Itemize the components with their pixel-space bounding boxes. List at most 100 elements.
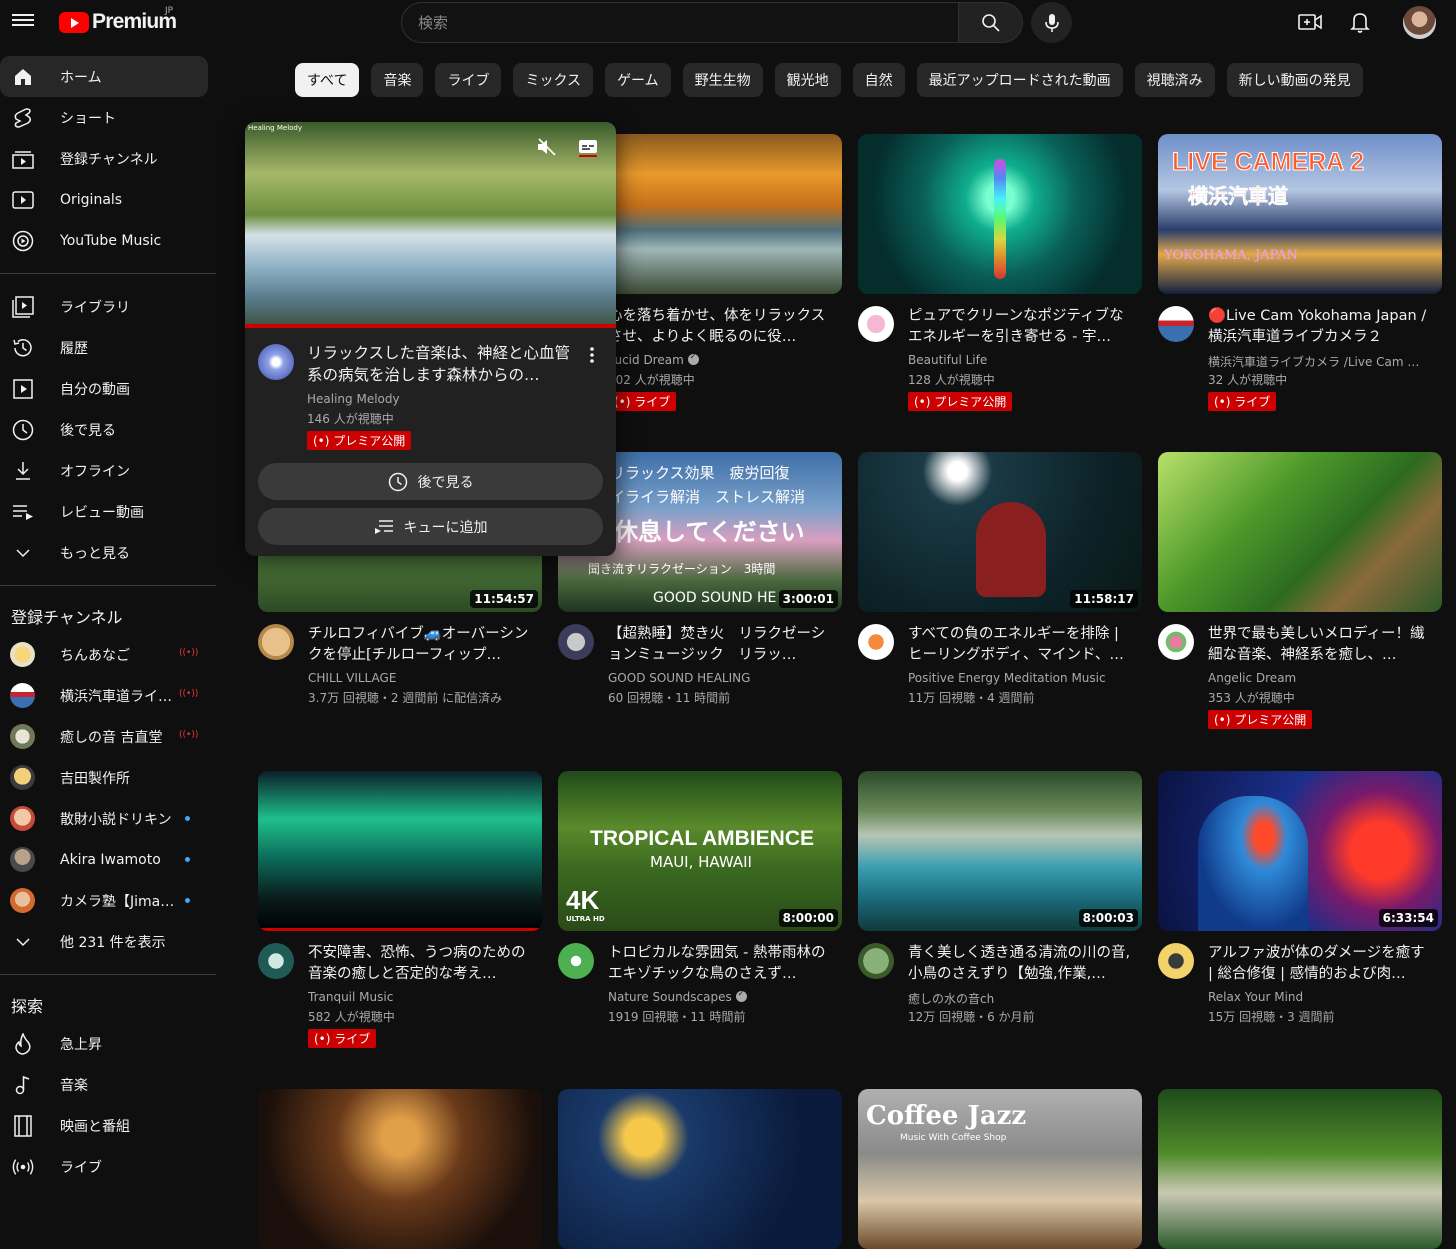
channel-name[interactable]: CHILL VILLAGE — [308, 671, 538, 685]
subscription-item[interactable]: 横浜汽車道ライ… ((•)) — [0, 675, 208, 716]
channel-avatar[interactable] — [558, 943, 594, 979]
chip-wildlife[interactable]: 野生生物 — [682, 63, 763, 97]
channel-avatar[interactable] — [858, 943, 894, 979]
video-card[interactable]: LIVE CAMERA 2 横浜汽車道 YOKOHAMA, JAPAN 🔴Liv… — [1158, 134, 1442, 426]
chip-new-to-you[interactable]: 新しい動画の発見 — [1226, 63, 1363, 97]
video-card[interactable]: 11:58:17 すべての負のエネルギーを排除 | ヒーリングボディ、マインド、… — [858, 452, 1142, 744]
channel-name[interactable]: Lucid Dream — [608, 353, 838, 367]
sidebar-item-show-more[interactable]: もっと見る — [0, 532, 208, 573]
video-thumbnail[interactable] — [1158, 452, 1442, 612]
channel-name[interactable]: Nature Soundscapes — [608, 990, 838, 1004]
sidebar-item-home[interactable]: ホーム — [0, 56, 208, 97]
video-thumbnail[interactable]: Coffee Jazz Music With Coffee Shop — [858, 1089, 1142, 1249]
search-button[interactable] — [958, 2, 1023, 43]
channel-name[interactable]: Positive Energy Meditation Music — [908, 671, 1138, 685]
sidebar-item-youtube-music[interactable]: YouTube Music — [0, 220, 208, 261]
video-title[interactable]: 世界で最も美しいメロディー！繊細な音楽、神経系を癒し、… — [1208, 624, 1434, 666]
video-card[interactable] — [1158, 1089, 1442, 1249]
sidebar-item-shorts[interactable]: ショート — [0, 97, 208, 138]
sidebar-item-movies[interactable]: 映画と番組 — [0, 1105, 208, 1146]
mute-button[interactable] — [537, 138, 557, 160]
video-thumbnail[interactable]: LIVE CAMERA 2 横浜汽車道 YOKOHAMA, JAPAN — [1158, 134, 1442, 294]
subscription-item[interactable]: ちんあなご ((•)) — [0, 634, 208, 675]
channel-name[interactable]: 癒しの水の音ch — [908, 990, 1138, 1007]
chip-gaming[interactable]: ゲーム — [605, 63, 671, 97]
notifications-button[interactable] — [1348, 10, 1372, 34]
channel-avatar[interactable] — [558, 624, 594, 660]
sidebar-item-library[interactable]: ライブラリ — [0, 286, 208, 327]
chip-nature[interactable]: 自然 — [852, 63, 905, 97]
channel-name[interactable]: 横浜汽車道ライブカメラ /Live Cam … — [1208, 353, 1438, 370]
menu-icon[interactable] — [12, 11, 34, 33]
subscription-item[interactable]: カメラ塾【Jima… — [0, 880, 208, 921]
channel-avatar[interactable] — [258, 943, 294, 979]
video-thumbnail[interactable] — [258, 771, 542, 931]
more-options-button[interactable] — [589, 346, 595, 368]
sidebar-item-live[interactable]: ライブ — [0, 1146, 208, 1187]
video-card[interactable]: Coffee Jazz Music With Coffee Shop — [858, 1089, 1142, 1249]
video-title[interactable]: 🔴Live Cam Yokohama Japan / 横浜汽車道ライブカメラ２ — [1208, 306, 1434, 348]
video-card[interactable] — [558, 1089, 842, 1249]
youtube-premium-logo[interactable]: Premium JP — [59, 6, 177, 35]
chip-all[interactable]: すべて — [295, 63, 360, 97]
captions-button[interactable] — [578, 138, 598, 162]
sidebar-item-watch-later[interactable]: 後で見る — [0, 409, 208, 450]
sidebar-item-review-videos[interactable]: レビュー動画 — [0, 491, 208, 532]
video-card[interactable]: 世界で最も美しいメロディー！繊細な音楽、神経系を癒し、… Angelic Dre… — [1158, 452, 1442, 744]
video-thumbnail[interactable] — [558, 1089, 842, 1249]
sidebar-item-music[interactable]: 音楽 — [0, 1064, 208, 1105]
channel-avatar[interactable] — [1158, 306, 1194, 342]
subscription-item[interactable]: 散財小説ドリキン — [0, 798, 208, 839]
sidebar-item-trending[interactable]: 急上昇 — [0, 1023, 208, 1064]
account-avatar[interactable] — [1403, 6, 1436, 39]
video-thumbnail[interactable] — [858, 134, 1142, 294]
voice-search-button[interactable] — [1031, 2, 1072, 43]
chip-recently-uploaded[interactable]: 最近アップロードされた動画 — [916, 63, 1123, 97]
video-title[interactable]: アルファ波が体のダメージを癒す | 総合修復 | 感情的および肉… — [1208, 943, 1434, 985]
sidebar-item-originals[interactable]: Originals — [0, 179, 208, 220]
sidebar-item-my-videos[interactable]: 自分の動画 — [0, 368, 208, 409]
channel-avatar[interactable] — [258, 344, 294, 380]
video-card[interactable]: 6:33:54 アルファ波が体のダメージを癒す | 総合修復 | 感情的および肉… — [1158, 771, 1442, 1063]
channel-avatar[interactable] — [858, 624, 894, 660]
add-to-queue-button[interactable]: キューに追加 — [258, 508, 603, 545]
subscription-item[interactable]: Akira Iwamoto — [0, 839, 208, 880]
subscription-item[interactable]: 癒しの音 吉直堂 ((•)) — [0, 716, 208, 757]
channel-name[interactable]: Relax Your Mind — [1208, 990, 1438, 1004]
channel-name[interactable]: Tranquil Music — [308, 990, 538, 1004]
subscription-item[interactable]: 吉田製作所 — [0, 757, 208, 798]
sidebar-item-subscriptions[interactable]: 登録チャンネル — [0, 138, 208, 179]
video-thumbnail[interactable]: 11:58:17 — [858, 452, 1142, 612]
chip-music[interactable]: 音楽 — [371, 63, 424, 97]
sidebar-item-offline[interactable]: オフライン — [0, 450, 208, 491]
video-thumbnail[interactable] — [258, 1089, 542, 1249]
video-title[interactable]: ピュアでクリーンなポジティブなエネルギーを引き寄せる - 宇… — [908, 306, 1134, 348]
video-title[interactable]: 青く美しく透き通る清流の川の音,小鳥のさえずり【勉強,作業,… — [908, 943, 1134, 985]
chip-watched[interactable]: 視聴済み — [1134, 63, 1215, 97]
create-video-button[interactable] — [1298, 10, 1322, 34]
video-hover-preview[interactable]: Healing Melody リラックスした音楽は、神経と心血管系の病気を治しま… — [245, 122, 616, 556]
video-thumbnail[interactable] — [1158, 1089, 1442, 1249]
channel-avatar[interactable] — [1158, 943, 1194, 979]
search-input[interactable] — [401, 2, 958, 43]
channel-avatar[interactable] — [1158, 624, 1194, 660]
channel-name[interactable]: Healing Melody — [307, 392, 537, 406]
chip-live[interactable]: ライブ — [435, 63, 502, 97]
channel-avatar[interactable] — [858, 306, 894, 342]
watch-later-button[interactable]: 後で見る — [258, 463, 603, 500]
video-title[interactable]: 心を落ち着かせ、体をリラックスさせ、よりよく眠るのに役… — [608, 306, 834, 348]
video-title[interactable]: 【超熟睡】焚き火 リラクゼーションミュージック リラッ… — [608, 624, 834, 666]
video-card[interactable]: 不安障害、恐怖、うつ病のための音楽の癒しと否定的な考え… Tranquil Mu… — [258, 771, 542, 1063]
video-title[interactable]: 不安障害、恐怖、うつ病のための音楽の癒しと否定的な考え… — [308, 943, 534, 985]
video-card[interactable]: TROPICAL AMBIENCE MAUI, HAWAII 4K ULTRA … — [558, 771, 842, 1063]
chip-mix[interactable]: ミックス — [513, 63, 594, 97]
video-thumbnail[interactable]: 6:33:54 — [1158, 771, 1442, 931]
preview-player[interactable]: Healing Melody — [245, 122, 616, 328]
preview-video-title[interactable]: リラックスした音楽は、神経と心血管系の病気を治します森林からの… — [307, 342, 577, 386]
video-thumbnail[interactable]: 8:00:03 — [858, 771, 1142, 931]
video-card[interactable]: ピュアでクリーンなポジティブなエネルギーを引き寄せる - 宇… Beautifu… — [858, 134, 1142, 426]
video-title[interactable]: トロピカルな雰囲気 - 熱帯雨林のエキゾチックな鳥のさえず… — [608, 943, 834, 985]
channel-name[interactable]: GOOD SOUND HEALING — [608, 671, 838, 685]
channel-avatar[interactable] — [258, 624, 294, 660]
channel-name[interactable]: Beautiful Life — [908, 353, 1138, 367]
